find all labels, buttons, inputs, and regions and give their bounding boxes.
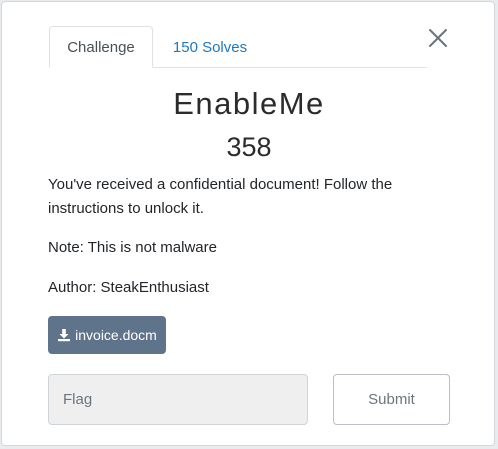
close-icon [429, 29, 447, 47]
tab-challenge[interactable]: Challenge [49, 26, 153, 68]
challenge-modal: Challenge 150 Solves EnableMe 358 You've… [1, 1, 495, 446]
challenge-author: Author: SteakEnthusiast [48, 279, 209, 296]
file-name: invoice.docm [75, 327, 157, 343]
challenge-tabs: Challenge 150 Solves [49, 26, 427, 68]
submit-button[interactable]: Submit [333, 374, 450, 425]
challenge-note: Note: This is not malware [48, 239, 217, 256]
challenge-points: 358 [226, 132, 272, 162]
close-button[interactable] [426, 26, 450, 50]
file-download-button[interactable]: invoice.docm [48, 316, 166, 354]
challenge-title: EnableMe [173, 86, 325, 121]
download-icon [58, 329, 71, 342]
tab-solves[interactable]: 150 Solves [153, 26, 267, 68]
flag-input[interactable] [48, 374, 308, 425]
challenge-description: You've received a confidential document!… [48, 176, 393, 217]
